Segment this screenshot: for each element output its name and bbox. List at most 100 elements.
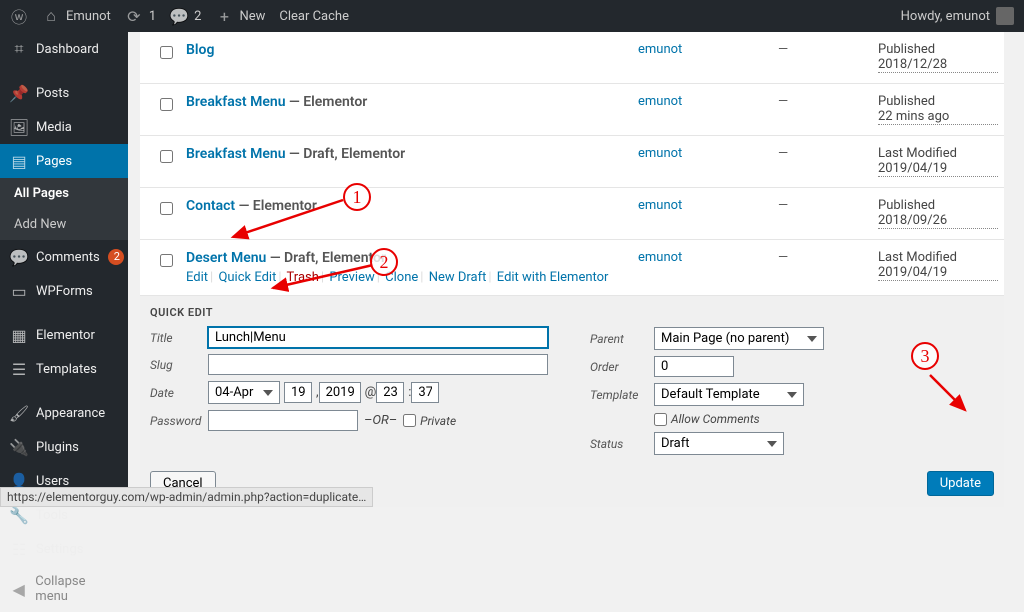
menu-plugins[interactable]: 🔌Plugins	[0, 430, 128, 464]
browser-status-bar: https://elementorguy.com/wp-admin/admin.…	[0, 487, 373, 507]
qe-label-title: Title	[150, 331, 208, 345]
brush-icon: 🖌	[10, 404, 28, 422]
templates-icon: ☰	[10, 360, 28, 378]
new-content[interactable]: +New	[215, 7, 265, 25]
updates[interactable]: ⟳1	[125, 7, 156, 25]
qe-template-select[interactable]: Default Template	[654, 383, 804, 406]
action-new-draft[interactable]: New Draft	[429, 270, 487, 285]
row-title-link[interactable]: Blog	[186, 42, 214, 58]
action-quick-edit[interactable]: Quick Edit	[218, 270, 276, 285]
row-checkbox[interactable]	[160, 254, 173, 267]
menu-templates[interactable]: ☰Templates	[0, 352, 128, 386]
qe-private-label: Private	[420, 414, 456, 428]
pin-icon: 📌	[10, 84, 28, 102]
menu-label: Plugins	[36, 440, 79, 455]
clear-cache[interactable]: Clear Cache	[279, 9, 349, 24]
form-icon: ▭	[10, 282, 28, 300]
elementor-icon: ▦	[10, 326, 28, 344]
row-author[interactable]: emunot	[638, 146, 682, 161]
menu-label: Dashboard	[36, 42, 99, 57]
row-title-link[interactable]: Breakfast Menu	[186, 146, 286, 162]
comment-icon: 💬	[170, 7, 188, 25]
menu-label: Pages	[36, 154, 72, 169]
action-edit[interactable]: Edit	[186, 270, 208, 285]
menu-elementor[interactable]: ▦Elementor	[0, 318, 128, 352]
qe-order-input[interactable]	[654, 356, 734, 377]
annotation-circle-1: 1	[343, 183, 371, 211]
action-trash[interactable]: Trash	[287, 270, 319, 285]
comments-badge: 2	[108, 249, 124, 265]
menu-appearance[interactable]: 🖌Appearance	[0, 396, 128, 430]
qe-slug-input[interactable]	[208, 354, 548, 375]
row-state: — Elementor	[235, 198, 317, 214]
row-author[interactable]: emunot	[638, 250, 682, 265]
submenu-add-new[interactable]: Add New	[0, 209, 128, 240]
row-date: 2018/12/28	[878, 57, 998, 73]
menu-label: Tools	[36, 508, 68, 523]
menu-label: Posts	[36, 86, 69, 101]
qe-day-input[interactable]	[284, 382, 312, 403]
row-status: Published	[878, 94, 998, 109]
wp-logo[interactable]: ⓦ	[10, 7, 28, 25]
qe-minute-input[interactable]	[411, 382, 439, 403]
row-comments: —	[778, 250, 878, 265]
row-status: Last Modified	[878, 146, 998, 161]
menu-comments[interactable]: 💬Comments2	[0, 240, 128, 274]
qe-title-input[interactable]	[208, 327, 548, 348]
qe-month-select[interactable]: 04-Apr	[208, 381, 280, 404]
qe-parent-select[interactable]: Main Page (no parent)	[654, 327, 824, 350]
qe-year-input[interactable]	[319, 382, 361, 403]
annotation-circle-3: 3	[911, 342, 939, 370]
qe-status-select[interactable]: Draft	[654, 432, 784, 455]
menu-dashboard[interactable]: ⌗Dashboard	[0, 32, 128, 66]
howdy[interactable]: Howdy, emunot	[901, 7, 1014, 25]
qe-hour-input[interactable]	[376, 382, 404, 403]
row-title-link[interactable]: Contact	[186, 198, 235, 214]
table-row: Contact — Elementor emunot — Published20…	[140, 188, 1004, 240]
row-checkbox[interactable]	[160, 202, 173, 215]
qe-label-template: Template	[590, 388, 654, 402]
wordpress-icon: ⓦ	[10, 7, 28, 25]
table-row: Breakfast Menu — Elementor emunot — Publ…	[140, 84, 1004, 136]
row-comments: —	[778, 198, 878, 213]
new-label: New	[239, 9, 265, 24]
row-state: — Elementor	[286, 94, 368, 110]
action-preview[interactable]: Preview	[329, 270, 374, 285]
row-author[interactable]: emunot	[638, 42, 682, 57]
menu-media[interactable]: 🖼 Media	[0, 110, 128, 144]
row-title-link[interactable]: Desert Menu	[186, 250, 266, 266]
main-content: Blog emunot — Published2018/12/28 Breakf…	[128, 32, 1024, 507]
quick-edit-header: QUICK EDIT	[150, 306, 994, 319]
qe-allow-comments-checkbox[interactable]	[654, 413, 667, 426]
row-author[interactable]: emunot	[638, 198, 682, 213]
submenu-all-pages[interactable]: All Pages	[0, 178, 128, 209]
row-title-link[interactable]: Breakfast Menu	[186, 94, 286, 110]
row-date: 2018/09/26	[878, 213, 998, 229]
comments-bubble[interactable]: 💬2	[170, 7, 201, 25]
site-name[interactable]: ⌂Emunot	[42, 7, 111, 25]
qe-private-checkbox[interactable]	[403, 414, 416, 427]
home-icon: ⌂	[42, 7, 60, 25]
menu-posts[interactable]: 📌 Posts	[0, 76, 128, 110]
comment-icon: 💬	[10, 248, 28, 266]
row-state: — Draft, Elementor	[286, 146, 406, 162]
menu-label: Settings	[36, 542, 83, 557]
media-icon: 🖼	[10, 118, 28, 136]
row-status: Published	[878, 42, 998, 57]
row-checkbox[interactable]	[160, 98, 173, 111]
updates-count: 1	[149, 9, 156, 24]
row-checkbox[interactable]	[160, 150, 173, 163]
menu-collapse[interactable]: ◀Collapse menu	[0, 566, 128, 612]
row-checkbox[interactable]	[160, 46, 173, 59]
row-author[interactable]: emunot	[638, 94, 682, 109]
action-edit-elementor[interactable]: Edit with Elementor	[497, 270, 609, 285]
menu-label: Media	[36, 120, 72, 135]
menu-settings[interactable]: ☷Settings	[0, 532, 128, 566]
menu-pages[interactable]: ▤Pages	[0, 144, 128, 178]
menu-wpforms[interactable]: ▭WPForms	[0, 274, 128, 308]
table-row: Blog emunot — Published2018/12/28	[140, 32, 1004, 84]
update-button[interactable]: Update	[927, 471, 994, 496]
row-comments: —	[778, 42, 878, 57]
qe-password-input[interactable]	[208, 410, 358, 431]
qe-label-status: Status	[590, 437, 654, 451]
